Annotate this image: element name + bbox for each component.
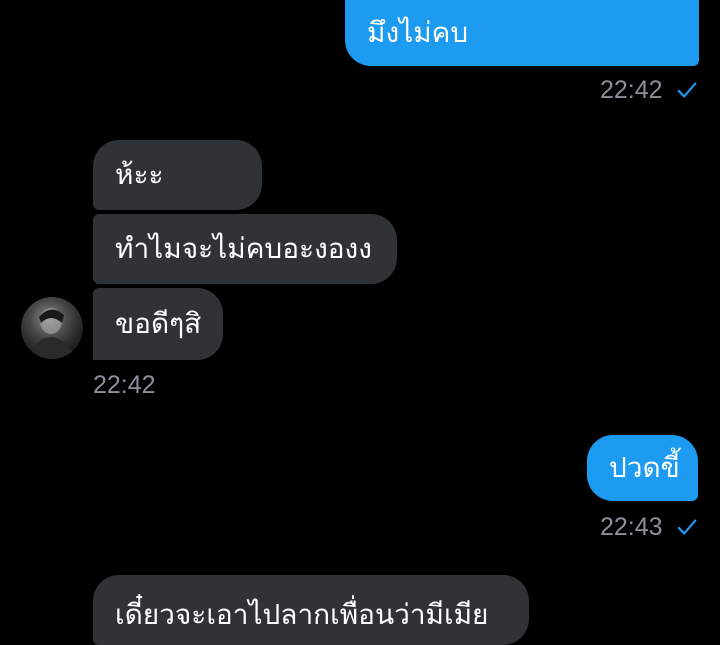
- incoming-message[interactable]: ห้ะะ: [93, 140, 262, 210]
- avatar-silhouette-icon: [29, 308, 75, 359]
- message-text: ขอดีๆสิ: [115, 307, 202, 340]
- check-icon: [677, 82, 697, 98]
- contact-avatar[interactable]: [21, 297, 83, 359]
- incoming-message[interactable]: เดี๋ยวจะเอาไปลากเพื่อนว่ามีเมีย: [93, 575, 529, 645]
- chat-thread[interactable]: มึงไม่คบ 22:42 ห้ะะ ทำไมจะไม่คบอะงองง ขอ…: [0, 0, 720, 645]
- incoming-message[interactable]: ทำไมจะไม่คบอะงองง: [93, 214, 397, 284]
- message-text: ปวดขี้: [609, 451, 680, 484]
- message-timestamp: 22:42: [600, 76, 663, 104]
- check-icon: [677, 519, 697, 535]
- message-timestamp: 22:43: [600, 513, 663, 541]
- message-text: ทำไมจะไม่คบอะงองง: [115, 232, 372, 265]
- message-text: เดี๋ยวจะเอาไปลากเพื่อนว่ามีเมีย: [115, 598, 489, 631]
- outgoing-message[interactable]: มึงไม่คบ: [345, 0, 699, 66]
- message-text: มึงไม่คบ: [367, 16, 469, 49]
- incoming-message[interactable]: ขอดีๆสิ: [93, 288, 223, 360]
- message-text: ห้ะะ: [115, 158, 164, 191]
- message-timestamp: 22:42: [93, 371, 156, 399]
- outgoing-message[interactable]: ปวดขี้: [587, 435, 698, 501]
